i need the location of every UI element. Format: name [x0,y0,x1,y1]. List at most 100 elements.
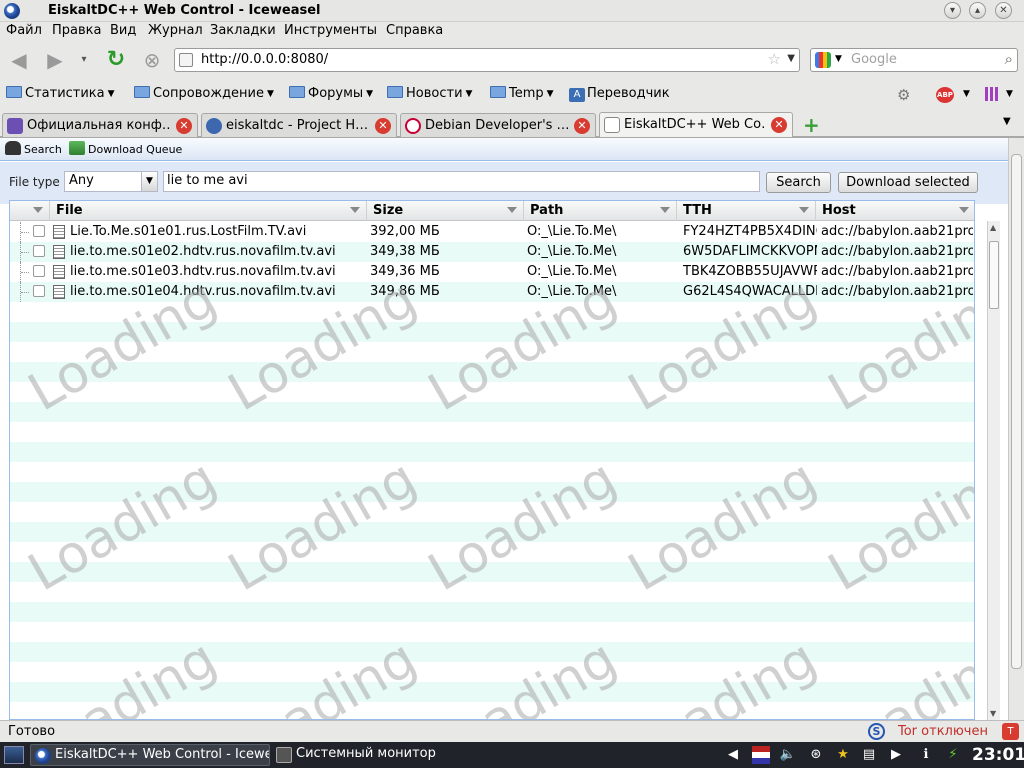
tab-official-conf[interactable]: Официальная конф… ✕ [2,113,198,137]
reload-icon[interactable]: ↻ [103,48,129,72]
column-header-size[interactable]: Size [367,201,524,221]
site-identity-icon[interactable] [179,53,193,67]
sort-icon[interactable] [33,207,43,213]
page-scroll-thumb[interactable] [1011,154,1022,669]
table-row[interactable]: Lie.To.Me.s01e01.rus.LostFilm.TV.avi 392,… [10,222,974,242]
sort-icon[interactable] [799,207,809,213]
favorites-star-icon[interactable]: ★ [834,746,852,764]
maximize-button[interactable]: ▴ [969,2,986,19]
sort-icon[interactable] [959,207,969,213]
table-row[interactable]: lie.to.me.s01e02.hdtv.rus.novafilm.tv.av… [10,242,974,262]
url-history-dropdown-icon[interactable]: ▼ [787,53,795,64]
us-flag-icon[interactable] [752,746,770,764]
menu-file[interactable]: Файл [6,23,42,38]
row-checkbox[interactable] [33,245,45,257]
grid-scrollbar[interactable]: ▲ ▼ [987,221,1000,721]
start-menu-icon[interactable] [4,746,24,764]
bookmark-translator[interactable]: A Переводчик [569,86,670,102]
close-tab-icon[interactable]: ✕ [375,118,391,134]
back-icon[interactable]: ◀ [6,48,32,72]
adblock-icon[interactable]: ABP [936,87,954,103]
row-checkbox[interactable] [33,285,45,297]
menu-bookmarks[interactable]: Закладки [210,23,276,38]
forward-icon[interactable]: ▶ [42,48,68,72]
url-bar[interactable]: http://0.0.0.0:8080/ ☆ ▼ [174,48,800,72]
info-icon[interactable]: ℹ [917,746,935,764]
grid-extension-dropdown-icon[interactable]: ▼ [1006,89,1013,99]
download-selected-button[interactable]: Download selected [838,172,978,193]
google-engine-icon[interactable] [815,52,831,68]
sort-icon[interactable] [507,207,517,213]
column-header-tth[interactable]: TTH [677,201,816,221]
row-checkbox[interactable] [33,225,45,237]
minimize-button[interactable]: ▾ [944,2,961,19]
sort-icon[interactable] [660,207,670,213]
scroll-down-icon[interactable]: ▼ [990,709,996,718]
filetype-select[interactable]: Any ▼ [64,171,158,192]
sort-icon[interactable] [350,207,360,213]
close-tab-icon[interactable]: ✕ [176,118,192,134]
tray-prev-icon[interactable]: ◀ [724,746,742,764]
bookmark-folder-temp[interactable]: Temp ▼ [490,86,554,101]
tab-list-dropdown-icon[interactable]: ▼ [1003,116,1011,127]
menu-history[interactable]: Журнал [148,23,203,38]
menu-help[interactable]: Справка [386,23,443,38]
skype-icon[interactable]: S [868,723,885,740]
history-dropdown-icon[interactable]: ▾ [76,48,92,72]
bookmark-folder-forums[interactable]: Форумы ▼ [289,86,373,101]
magnifier-icon[interactable]: ⌕ [1005,50,1013,68]
search-button[interactable]: Search [766,172,831,193]
torbutton-icon[interactable]: T [1002,723,1019,740]
stop-icon[interactable]: ⊗ [140,48,164,72]
battery-icon[interactable]: ⚡ [944,746,962,764]
tor-status[interactable]: Tor отключен [898,724,988,739]
bookmark-folder-news[interactable]: Новости ▼ [387,86,472,101]
column-header-file[interactable]: File [50,201,367,221]
bookmark-folder-maintenance[interactable]: Сопровождение ▼ [134,86,274,101]
tab-debian-developer[interactable]: Debian Developer's … ✕ [400,113,596,137]
iceweasel-icon[interactable] [4,3,20,19]
tab-favicon-icon [206,118,222,134]
bookmark-star-icon[interactable]: ☆ [768,50,781,68]
search-action[interactable]: Search [5,141,62,156]
url-text[interactable]: http://0.0.0.0:8080/ [201,52,328,67]
results-grid: File Size Path TTH Host Lie.To.Me.s01e01… [9,200,975,720]
tab-eiskaltdc-project[interactable]: eiskaltdc - Project H… ✕ [201,113,397,137]
bookmark-folder-statistics[interactable]: Статистика ▼ [6,86,115,101]
network-icon[interactable]: ⊛ [807,746,825,764]
close-window-button[interactable]: ✕ [995,2,1012,19]
menu-view[interactable]: Вид [110,23,136,38]
task-system-monitor[interactable]: Системный монитор [272,744,462,766]
clock[interactable]: 23:01 [972,745,1024,765]
taskbar: EiskaltDC++ Web Control - Icewea Системн… [0,742,1024,768]
row-checkbox[interactable] [33,265,45,277]
chevron-down-icon[interactable]: ▼ [141,172,157,191]
clipboard-icon[interactable]: ▤ [860,746,878,764]
media-play-icon[interactable]: ▶ [887,746,905,764]
scroll-up-icon[interactable]: ▲ [990,223,996,232]
engine-dropdown-icon[interactable]: ▼ [835,54,842,64]
column-header-host[interactable]: Host [816,201,974,221]
grid-extension-icon[interactable] [985,87,999,101]
cell-size: 392,00 МБ [370,224,440,239]
task-iceweasel[interactable]: EiskaltDC++ Web Control - Icewea [30,744,270,766]
extension-icon[interactable]: ⚙ [897,86,910,104]
volume-icon[interactable]: 🔈 [779,746,797,764]
close-tab-icon[interactable]: ✕ [771,117,787,133]
table-row[interactable]: lie.to.me.s01e03.hdtv.rus.novafilm.tv.av… [10,262,974,282]
menu-tools[interactable]: Инструменты [284,23,377,38]
column-header-select[interactable] [10,201,50,221]
column-title: File [56,203,83,218]
page-scrollbar[interactable] [1008,138,1024,721]
column-header-path[interactable]: Path [524,201,677,221]
grid-scroll-thumb[interactable] [989,241,999,309]
new-tab-icon[interactable]: + [803,113,820,137]
menu-edit[interactable]: Правка [52,23,101,38]
web-search-placeholder[interactable]: Google [851,52,897,67]
close-tab-icon[interactable]: ✕ [574,118,590,134]
search-query-input[interactable]: lie to me avi [163,171,760,192]
download-queue-action[interactable]: Download Queue [69,141,182,156]
web-search-box[interactable]: ▼ Google ⌕ [810,48,1018,72]
tab-eiskaltdc-web-control[interactable]: EiskaltDC++ Web Co… ✕ [599,112,793,137]
adblock-dropdown-icon[interactable]: ▼ [963,89,970,99]
